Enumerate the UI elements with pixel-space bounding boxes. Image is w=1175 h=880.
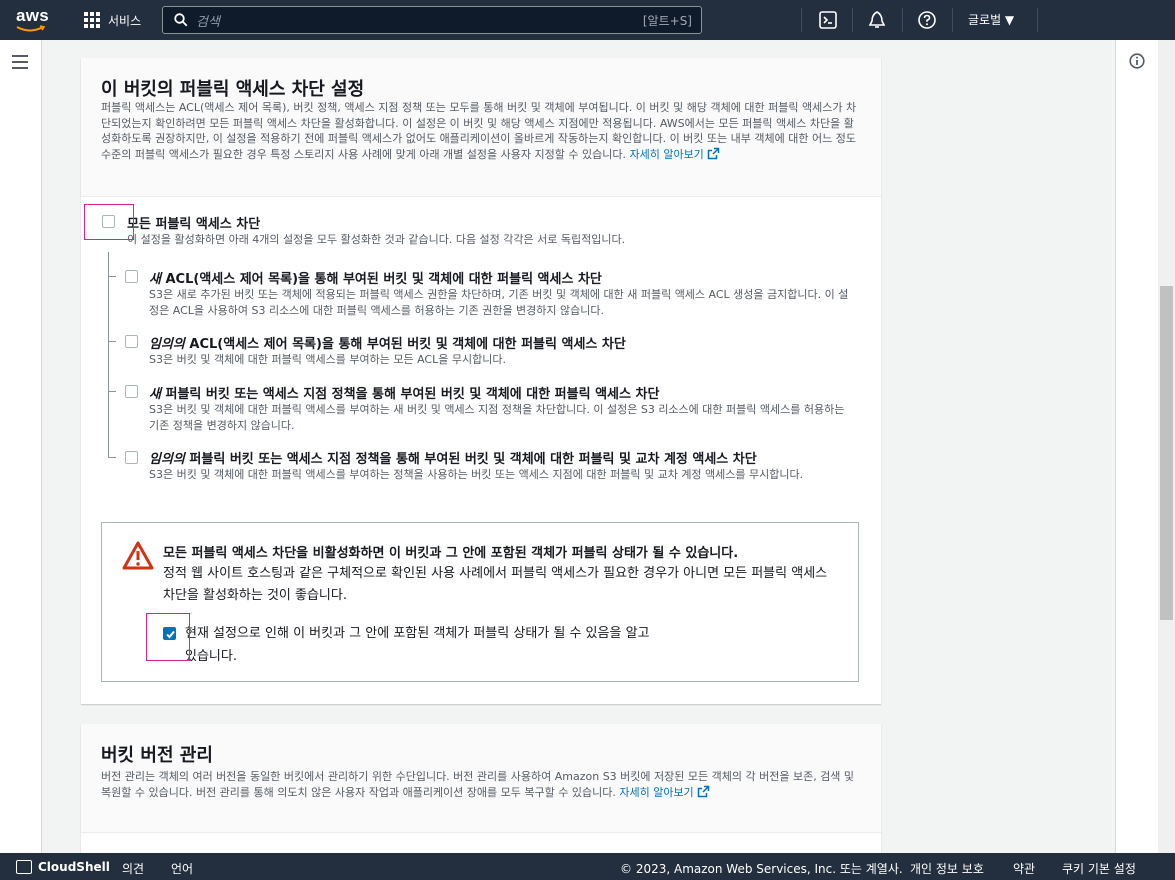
search-shortcut: [알트+S] xyxy=(642,14,692,28)
cloudshell-footer-icon xyxy=(16,860,32,874)
block-all-description: 이 설정을 활성화하면 아래 4개의 설정을 모두 활성화한 것과 같습니다. … xyxy=(127,233,626,246)
block-new-acls-description: S3은 새로 추가된 버킷 또는 객체에 적용되는 퍼블릭 액세스 권한을 차단… xyxy=(149,288,849,317)
acknowledge-label: 현재 설정으로 인해 이 버킷과 그 안에 포함된 객체가 퍼블릭 상태가 될 … xyxy=(185,626,650,664)
search-icon xyxy=(174,13,188,27)
search-input[interactable]: 검색 [알트+S] xyxy=(162,6,702,34)
right-tools-rail xyxy=(1115,40,1159,853)
block-any-acls-label: 임의의 ACL(액세스 제어 목록)을 통해 부여된 버킷 및 객체에 대한 퍼… xyxy=(149,337,626,352)
copyright-text: © 2023, Amazon Web Services, Inc. 또는 계열사… xyxy=(620,862,903,876)
block-any-policies-label: 임의의 퍼블릭 버킷 또는 액세스 지점 정책을 통해 부여된 버킷 및 객체에… xyxy=(149,452,757,467)
bell-icon[interactable] xyxy=(867,10,887,30)
highlight-block-all-checkbox xyxy=(84,204,134,240)
language-selector[interactable]: 언어 xyxy=(171,860,193,877)
aws-logo-text: aws xyxy=(16,6,50,25)
block-any-acls-checkbox[interactable] xyxy=(125,335,138,348)
bucket-versioning-panel: 버킷 버전 관리 버전 관리는 객체의 여러 버전을 동일한 버킷에서 관리하기… xyxy=(81,724,881,864)
services-grid-icon xyxy=(84,12,100,28)
aws-logo[interactable]: aws xyxy=(14,6,54,34)
top-navigation: aws 서비스 검색 [알트+S] 글로벌 ▼ xyxy=(0,0,1175,40)
versioning-learn-more-link[interactable]: 자세히 알아보기 xyxy=(619,786,693,799)
block-public-access-panel: 이 버킷의 퍼블릭 액세스 차단 설정 퍼블릭 액세스는 ACL(액세스 제어 … xyxy=(81,58,881,704)
privacy-link[interactable]: 개인 정보 보호 xyxy=(910,860,984,877)
console-footer: CloudShell 의견 언어 © 2023, Amazon Web Serv… xyxy=(0,853,1175,880)
services-menu-button[interactable]: 서비스 xyxy=(84,10,141,30)
highlight-acknowledge-checkbox xyxy=(146,613,190,661)
block-any-acls-description: S3은 버킷 및 객체에 대한 퍼블릭 액세스를 부여하는 모든 ACL을 무시… xyxy=(149,353,506,366)
alert-description: 정적 웹 사이트 호스팅과 같은 구체적으로 확인된 사용 사례에서 퍼블릭 액… xyxy=(163,566,828,603)
menu-icon[interactable] xyxy=(12,55,28,69)
cloudshell-button[interactable]: CloudShell xyxy=(38,860,110,874)
learn-more-link[interactable]: 자세히 알아보기 xyxy=(629,148,703,161)
help-icon[interactable] xyxy=(917,10,937,30)
block-any-policies-checkbox[interactable] xyxy=(125,451,138,464)
versioning-description: 버전 관리는 객체의 여러 버전을 동일한 버킷에서 관리하기 위한 수단입니다… xyxy=(101,770,855,799)
external-link-icon xyxy=(697,785,709,797)
tree-line xyxy=(108,252,109,458)
info-icon[interactable] xyxy=(1129,53,1145,69)
versioning-title: 버킷 버전 관리 xyxy=(101,745,213,766)
alert-title: 모든 퍼블릭 액세스 차단을 비활성화하면 이 버킷과 그 안에 포함된 객체가… xyxy=(163,546,739,561)
block-all-label: 모든 퍼블릭 액세스 차단 xyxy=(127,217,261,232)
services-label: 서비스 xyxy=(108,13,142,28)
block-new-policies-label: 새 퍼블릭 버킷 또는 액세스 지점 정책을 통해 부여된 버킷 및 객체에 대… xyxy=(149,387,660,402)
warning-icon xyxy=(122,541,154,570)
region-selector[interactable]: 글로벌 ▼ xyxy=(968,11,1014,28)
search-placeholder: 검색 xyxy=(196,14,220,30)
versioning-header: 버킷 버전 관리 버전 관리는 객체의 여러 버전을 동일한 버킷에서 관리하기… xyxy=(81,724,881,833)
terms-link[interactable]: 약관 xyxy=(1013,860,1035,877)
feedback-link[interactable]: 의견 xyxy=(122,860,144,877)
left-navigation-rail xyxy=(0,40,42,853)
panel-header: 이 버킷의 퍼블릭 액세스 차단 설정 퍼블릭 액세스는 ACL(액세스 제어 … xyxy=(81,58,881,197)
scrollbar-thumb[interactable] xyxy=(1160,286,1173,620)
page-scrollbar[interactable] xyxy=(1158,40,1175,853)
aws-smile-icon xyxy=(16,25,46,32)
cookie-preferences-link[interactable]: 쿠키 기본 설정 xyxy=(1062,860,1136,877)
public-access-warning-alert: 모든 퍼블릭 액세스 차단을 비활성화하면 이 버킷과 그 안에 포함된 객체가… xyxy=(101,522,859,682)
cloudshell-icon[interactable] xyxy=(818,10,838,30)
panel-title: 이 버킷의 퍼블릭 액세스 차단 설정 xyxy=(101,79,365,100)
block-new-policies-description: S3은 버킷 및 객체에 대한 퍼블릭 액세스를 부여하는 새 버킷 및 액세스… xyxy=(149,403,845,432)
block-any-policies-description: S3은 버킷 및 객체에 대한 퍼블릭 액세스를 부여하는 정책을 사용하는 버… xyxy=(149,468,804,481)
block-new-acls-checkbox[interactable] xyxy=(125,270,138,283)
external-link-icon xyxy=(707,147,720,160)
block-new-policies-checkbox[interactable] xyxy=(125,385,138,398)
panel-description: 퍼블릭 액세스는 ACL(액세스 제어 목록), 버킷 정책, 액세스 지점 정… xyxy=(101,101,857,161)
block-new-acls-label: 새 ACL(액세스 제어 목록)을 통해 부여된 버킷 및 객체에 대한 퍼블릭… xyxy=(149,272,602,287)
